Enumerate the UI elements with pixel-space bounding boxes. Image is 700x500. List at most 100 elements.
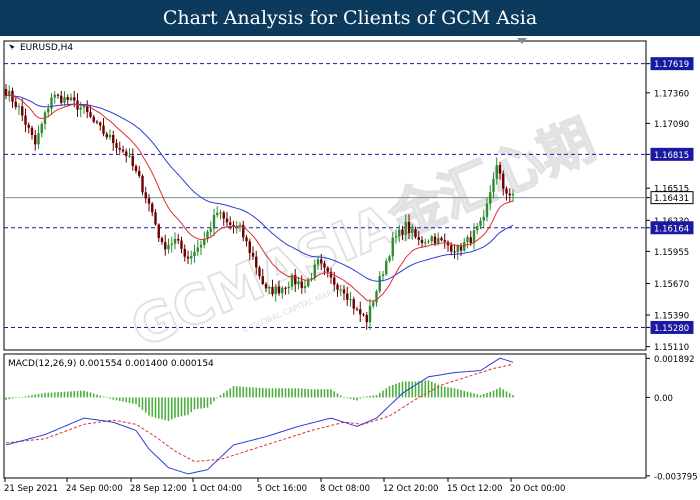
macd-histogram-bar	[495, 389, 498, 398]
macd-histogram-bar	[206, 397, 209, 408]
macd-histogram-bar	[346, 397, 349, 399]
macd-histogram-bar	[310, 389, 313, 398]
macd-histogram-bar	[229, 388, 232, 398]
macd-histogram-bar	[187, 397, 189, 415]
macd-histogram-bar	[226, 390, 228, 398]
macd-histogram-bar	[96, 394, 98, 398]
time-axis-label: 15 Oct 12:00	[447, 484, 502, 494]
macd-histogram-bar	[8, 397, 11, 400]
macd-histogram-bar	[40, 393, 43, 398]
macd-histogram-bar	[378, 392, 381, 398]
macd-axis-label: 0.001892	[654, 355, 695, 365]
macd-histogram-bar	[79, 390, 82, 398]
macd-histogram-bar	[157, 397, 160, 419]
macd-histogram-bar	[352, 397, 355, 400]
macd-histogram-bar	[60, 391, 63, 398]
macd-histogram-bar	[200, 397, 202, 409]
macd-histogram-bar	[482, 393, 485, 398]
macd-histogram-bar	[486, 392, 488, 398]
macd-histogram-bar	[209, 397, 212, 405]
price-axis-label: 1.16164	[654, 224, 689, 234]
macd-histogram-bar	[34, 394, 37, 398]
macd-histogram-bar	[164, 397, 167, 421]
macd-histogram-bar	[66, 391, 69, 398]
macd-histogram-bar	[18, 397, 20, 398]
macd-histogram-bar	[161, 397, 163, 420]
macd-histogram-bar	[365, 396, 368, 398]
macd-histogram-bar	[196, 397, 199, 410]
macd-histogram-bar	[154, 397, 157, 418]
macd-histogram-bar	[222, 392, 225, 398]
macd-histogram-bar	[89, 392, 92, 398]
macd-histogram-bar	[44, 392, 46, 398]
macd-histogram-bar	[125, 397, 128, 403]
price-axis-label: 1.15280	[654, 324, 689, 334]
macd-histogram-bar	[343, 397, 345, 398]
macd-histogram-bar	[167, 397, 170, 421]
macd-histogram-bar	[460, 390, 462, 398]
macd-histogram-bar	[284, 388, 287, 398]
macd-histogram-bar	[278, 388, 280, 398]
macd-histogram-bar	[388, 386, 391, 398]
macd-histogram-bar	[349, 397, 352, 399]
price-axis-label: 1.16815	[654, 151, 689, 161]
macd-histogram-bar	[239, 386, 241, 398]
macd-histogram-bar	[359, 397, 362, 399]
macd-histogram-bar	[362, 396, 365, 398]
chart-area: GCMASIA金汇心期 © GLOBAL CAPITAL MARKETS 1.1…	[0, 36, 700, 500]
macd-histogram-bar	[235, 386, 238, 398]
macd-histogram-bar	[414, 381, 417, 398]
price-axis-label: 1.15955	[654, 248, 689, 258]
macd-histogram-bar	[489, 391, 492, 398]
time-axis-label: 8 Oct 08:00	[320, 484, 370, 494]
macd-histogram-bar	[466, 391, 469, 398]
macd-histogram-bar	[313, 389, 316, 398]
macd-histogram-bar	[105, 397, 108, 398]
macd-histogram-bar	[463, 390, 466, 398]
macd-histogram-bar	[469, 392, 472, 398]
macd-histogram-bar	[24, 396, 27, 398]
macd-histogram-bar	[258, 387, 261, 398]
macd-histogram-bar	[382, 390, 384, 398]
macd-histogram-bar	[499, 387, 501, 398]
macd-histogram-bar	[216, 397, 219, 399]
macd-histogram-bar	[148, 397, 150, 416]
macd-histogram-bar	[128, 397, 131, 403]
macd-histogram-bar	[131, 397, 134, 404]
macd-histogram-bar	[398, 382, 401, 398]
macd-histogram-bar	[476, 394, 479, 398]
macd-axis-label: -0.003795	[654, 472, 698, 482]
macd-histogram-bar	[268, 388, 271, 398]
macd-histogram-bar	[31, 395, 33, 398]
macd-histogram-bar	[479, 395, 482, 398]
macd-histogram-bar	[391, 384, 394, 398]
macd-histogram-bar	[92, 393, 95, 398]
macd-histogram-bar	[395, 383, 397, 398]
price-axis-label: 1.15670	[654, 280, 689, 290]
macd-histogram-bar	[356, 397, 358, 401]
time-axis-label: 5 Oct 16:00	[257, 484, 307, 494]
macd-histogram-bar	[109, 397, 111, 399]
macd-histogram-bar	[443, 386, 446, 398]
macd-histogram-bar	[274, 388, 277, 398]
macd-histogram-bar	[53, 392, 56, 398]
macd-histogram-bar	[404, 381, 407, 398]
time-axis-label: 24 Sep 00:00	[66, 484, 123, 494]
macd-histogram-bar	[219, 395, 222, 398]
macd-histogram-bar	[375, 395, 378, 398]
macd-histogram-bar	[27, 395, 30, 398]
macd-histogram-bar	[300, 388, 303, 398]
macd-histogram-bar	[427, 380, 430, 398]
macd-histogram-bar	[304, 388, 306, 398]
price-panel-title: EURUSD,H4	[20, 43, 73, 53]
macd-histogram-bar	[492, 390, 495, 398]
macd-histogram-bar	[248, 387, 251, 398]
macd-histogram-bar	[135, 397, 137, 405]
macd-histogram-bar	[102, 396, 105, 398]
macd-histogram-bar	[144, 397, 147, 413]
macd-histogram-bar	[401, 381, 404, 398]
time-axis-label: 12 Oct 20:00	[383, 484, 438, 494]
macd-histogram-bar	[73, 391, 76, 398]
time-axis-label: 20 Oct 00:00	[510, 484, 565, 494]
macd-histogram-bar	[138, 397, 141, 408]
